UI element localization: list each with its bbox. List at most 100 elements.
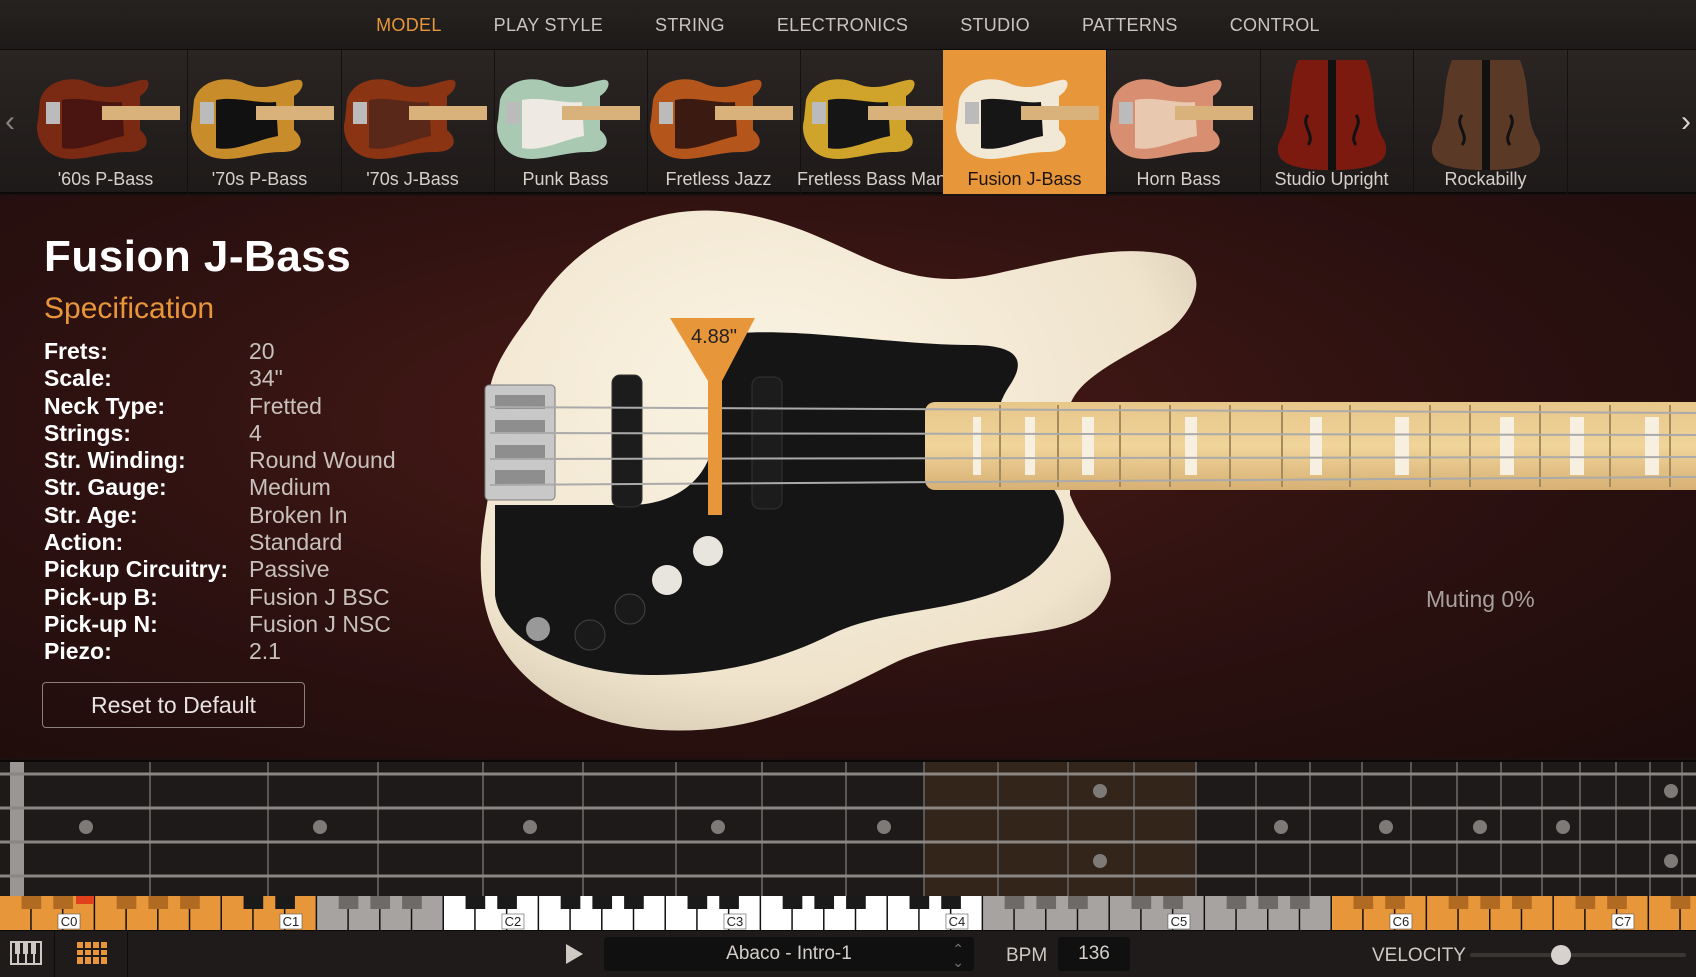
chevron-down-icon: ⌄ xyxy=(952,954,964,970)
spec-row: Scale: 34" xyxy=(44,365,464,392)
black-key[interactable] xyxy=(592,896,613,909)
black-key[interactable] xyxy=(1004,896,1025,909)
black-key[interactable] xyxy=(560,896,581,909)
spec-key: Pick-up N: xyxy=(44,610,158,637)
spec-value: 20 xyxy=(249,338,275,364)
black-key[interactable] xyxy=(465,896,486,909)
keyboard-view-icon[interactable] xyxy=(10,939,42,967)
black-key[interactable] xyxy=(1068,896,1088,909)
octave-label: C0 xyxy=(61,914,78,929)
velocity-slider-handle[interactable] xyxy=(1550,945,1571,965)
bass-thumbnail-icon xyxy=(37,79,180,159)
black-key[interactable] xyxy=(1353,896,1374,909)
play-icon[interactable] xyxy=(560,941,586,967)
black-key[interactable] xyxy=(1258,896,1279,909)
black-key[interactable] xyxy=(21,896,42,909)
black-key[interactable] xyxy=(1385,896,1405,909)
tab-electronics[interactable]: ELECTRONICS xyxy=(751,0,934,50)
model-card-8[interactable]: Horn Bass xyxy=(1097,50,1261,194)
spec-row: Str. Winding: Round Wound xyxy=(44,447,464,474)
model-card-6[interactable]: Fretless Bass Man xyxy=(790,50,954,194)
spec-key: Pick-up B: xyxy=(44,583,158,610)
spec-key: Piezo: xyxy=(44,638,112,665)
black-key[interactable] xyxy=(370,896,391,909)
black-key[interactable] xyxy=(497,896,517,909)
fretboard-display[interactable] xyxy=(0,760,1696,896)
spec-value: Round Wound xyxy=(249,447,396,474)
chevron-left-icon[interactable]: ‹ xyxy=(0,100,20,144)
spec-row: Pickup Circuitry: Passive xyxy=(44,556,464,583)
bpm-label: BPM xyxy=(1006,945,1048,966)
model-card-3[interactable]: '70s J-Bass xyxy=(331,50,495,194)
spec-value: Standard xyxy=(249,529,343,556)
model-card-label: Horn Bass xyxy=(1136,169,1221,189)
black-key[interactable] xyxy=(1670,896,1691,909)
velocity-slider[interactable] xyxy=(1470,945,1686,965)
tab-model[interactable]: MODEL xyxy=(350,0,468,50)
model-card-2[interactable]: '70s P-Bass xyxy=(178,50,342,194)
tab-patterns[interactable]: PATTERNS xyxy=(1056,0,1204,50)
spec-list: Frets: 20 Scale: 34" Neck Type: Fretted String… xyxy=(44,338,464,666)
spec-key: Pickup Circuitry: xyxy=(44,556,229,583)
black-key[interactable] xyxy=(53,896,73,909)
model-card-label: '70s P-Bass xyxy=(211,169,308,189)
spec-value: Fretted xyxy=(249,392,322,419)
black-key[interactable] xyxy=(275,896,295,909)
grid-view-icon[interactable] xyxy=(76,939,108,967)
octave-label: C5 xyxy=(1171,914,1188,929)
black-key[interactable] xyxy=(1163,896,1183,909)
black-key[interactable] xyxy=(1448,896,1469,909)
black-key[interactable] xyxy=(782,896,803,909)
chevron-right-icon[interactable]: › xyxy=(1676,100,1696,144)
model-card-5[interactable]: Fretless Jazz xyxy=(637,50,801,194)
pluck-position-value: 4.88" xyxy=(691,326,737,348)
model-carousel: ‹ › '60s P-Bass '70s P-Bass '70s J-Bass Pun… xyxy=(0,50,1696,194)
pattern-select[interactable]: Abaco - Intro-1 ⌃ ⌄ xyxy=(604,937,974,971)
spec-row: Pick-up B: Fusion J BSC xyxy=(44,584,464,611)
bpm-field[interactable]: 136 xyxy=(1058,937,1130,971)
black-key[interactable] xyxy=(719,896,739,909)
spec-value: 2.1 xyxy=(249,638,281,665)
tab-string[interactable]: STRING xyxy=(629,0,751,50)
spec-key: Str. Gauge: xyxy=(44,474,167,501)
tab-control[interactable]: CONTROL xyxy=(1204,0,1346,50)
black-key[interactable] xyxy=(687,896,708,909)
reset-to-default-button[interactable]: Reset to Default xyxy=(42,682,305,728)
black-key[interactable] xyxy=(909,896,930,909)
black-key[interactable] xyxy=(624,896,644,909)
bass-thumbnail-icon xyxy=(191,79,334,159)
black-key[interactable] xyxy=(846,896,866,909)
model-card-label: Punk Bass xyxy=(522,169,609,189)
black-key[interactable] xyxy=(180,896,200,909)
active-key-marker xyxy=(76,896,94,904)
black-key[interactable] xyxy=(1575,896,1596,909)
model-card-label: Rockabilly xyxy=(1444,169,1527,189)
black-key[interactable] xyxy=(1226,896,1247,909)
model-card-label: '60s P-Bass xyxy=(57,169,154,189)
piano-keyboard[interactable]: C0 C1 C2 C3 C4 C5 C6 C7 xyxy=(0,896,1696,930)
spec-heading: Specification xyxy=(44,292,215,325)
model-card-10[interactable]: Rockabilly xyxy=(1404,50,1568,194)
tab-play-style[interactable]: PLAY STYLE xyxy=(468,0,629,50)
model-card-label: Fusion J-Bass xyxy=(967,169,1082,189)
black-key[interactable] xyxy=(148,896,169,909)
black-key[interactable] xyxy=(243,896,264,909)
model-card-4[interactable]: Punk Bass xyxy=(484,50,648,194)
black-key[interactable] xyxy=(1036,896,1057,909)
model-card-7[interactable]: Fusion J-Bass xyxy=(943,50,1107,194)
model-card-1[interactable]: '60s P-Bass xyxy=(24,50,188,194)
model-card-label: Studio Upright xyxy=(1274,169,1389,189)
black-key[interactable] xyxy=(402,896,422,909)
black-key[interactable] xyxy=(941,896,961,909)
spec-key: Strings: xyxy=(44,419,131,446)
black-key[interactable] xyxy=(814,896,835,909)
black-key[interactable] xyxy=(1290,896,1310,909)
black-key[interactable] xyxy=(338,896,359,909)
black-key[interactable] xyxy=(1131,896,1152,909)
model-card-9[interactable]: Studio Upright xyxy=(1250,50,1414,194)
black-key[interactable] xyxy=(1607,896,1627,909)
black-key[interactable] xyxy=(116,896,137,909)
black-key[interactable] xyxy=(1480,896,1501,909)
black-key[interactable] xyxy=(1512,896,1532,909)
tab-studio[interactable]: STUDIO xyxy=(934,0,1056,50)
